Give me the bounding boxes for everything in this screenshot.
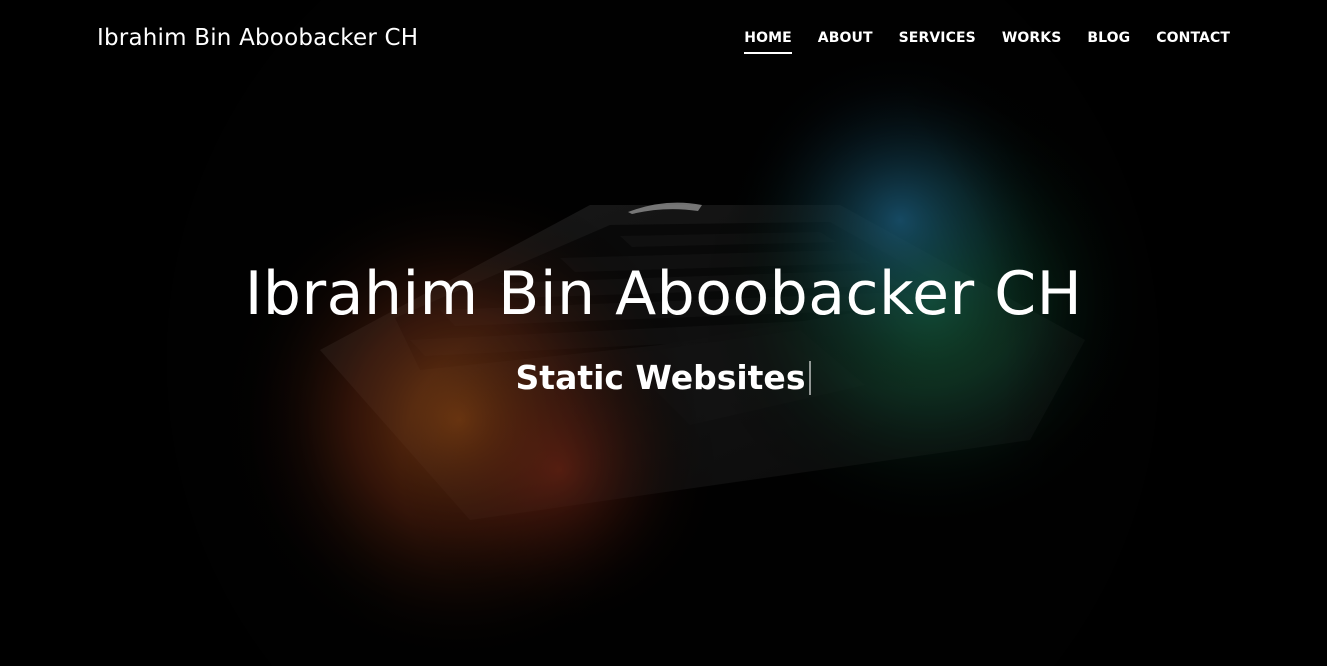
nav-item-works: WORKS [1002,24,1062,52]
nav-link-works[interactable]: WORKS [1002,24,1062,52]
hero-title: Ibrahim Bin Aboobacker CH [244,259,1083,329]
nav-link-services[interactable]: SERVICES [899,24,976,52]
nav-item-contact: CONTACT [1156,24,1230,52]
hero-text-block: Ibrahim Bin Aboobacker CH Static Website… [0,256,1327,398]
nav-item-home: HOME [744,24,792,52]
nav-item-services: SERVICES [899,24,976,52]
hero-section: Ibrahim Bin Aboobacker CH HOME ABOUT SER… [0,0,1327,666]
nav-link-home[interactable]: HOME [744,24,792,52]
typing-cursor [809,361,812,395]
nav-link-contact[interactable]: CONTACT [1156,24,1230,52]
hero-subtitle-typed: Static Websites [515,358,806,397]
nav-item-about: ABOUT [818,24,873,52]
nav-menu: HOME ABOUT SERVICES WORKS BLOG CONTACT [744,24,1230,52]
brand-logo-link[interactable]: Ibrahim Bin Aboobacker CH [97,25,418,51]
hero-subtitle-wrapper: Static Websites [516,358,812,398]
nav-link-about[interactable]: ABOUT [818,24,873,52]
nav-link-blog[interactable]: BLOG [1087,24,1130,52]
top-navbar: Ibrahim Bin Aboobacker CH HOME ABOUT SER… [0,0,1327,76]
nav-item-blog: BLOG [1087,24,1130,52]
